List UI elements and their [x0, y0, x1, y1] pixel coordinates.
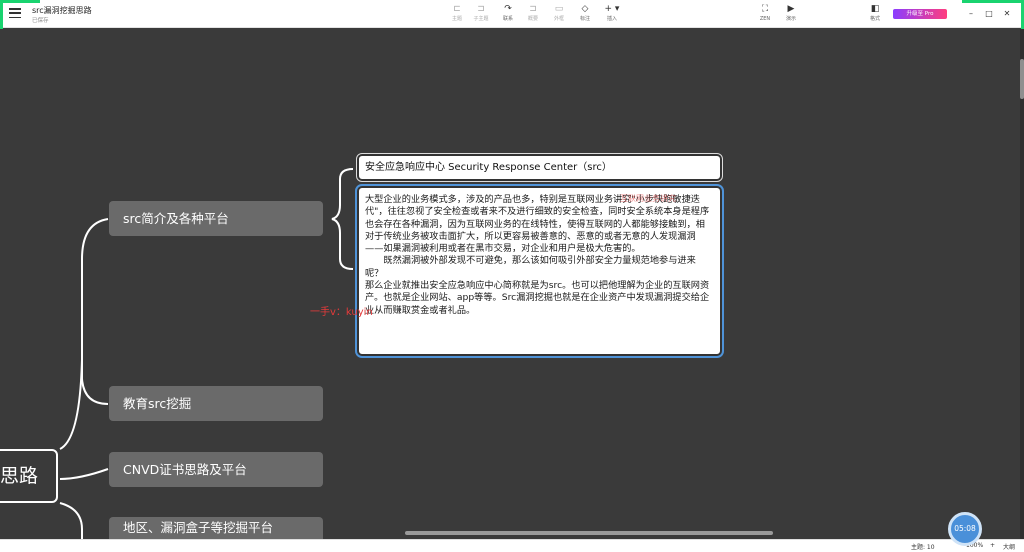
branch-src-intro[interactable]: src简介及各种平台: [109, 201, 323, 236]
format-panel-button[interactable]: ◧ 格式: [864, 4, 886, 26]
zen-button[interactable]: ⛶ ZEN: [754, 4, 776, 26]
topic-count: 主题: 10: [911, 544, 935, 551]
vertical-scroll-thumb[interactable]: [1020, 59, 1024, 99]
subtopic-icon: ⊐: [477, 4, 485, 14]
callout-icon: ◇: [581, 4, 589, 14]
callout-button[interactable]: ◇ 标注: [574, 4, 596, 26]
maximize-icon[interactable]: □: [982, 7, 996, 21]
close-icon[interactable]: ✕: [1000, 7, 1014, 21]
boundary-icon: ▭: [554, 4, 564, 14]
summary-button[interactable]: ⊐ 概要: [522, 4, 544, 26]
vertical-scrollbar[interactable]: [1020, 29, 1024, 539]
top-toolbar: src漏洞挖掘思路 已保存 ⊏ 主题 ⊐ 子主题 ↷ 联系 ⊐ 概要 ▭ 外框 …: [0, 0, 1024, 28]
src-description-topic[interactable]: 大型企业的业务模式多，涉及的产品也多，特别是互联网业务讲究"小步快跑敏捷迭代"，…: [355, 184, 724, 358]
watermark-text: 一手v：kuyin: [310, 307, 373, 318]
topic-icon: ⊏: [453, 4, 461, 14]
description-paragraph: 既然漏洞被外部发现不可避免，那么该如何吸引外部安全力量规范地参与进来呢？: [365, 255, 696, 279]
horizontal-scroll-thumb[interactable]: [405, 531, 773, 535]
pitch-button[interactable]: ▶ 演示: [780, 4, 802, 26]
insert-icon: + ▾: [604, 4, 620, 14]
description-paragraph: 那么企业就推出安全应急响应中心简称就是为src。也可以把他理解为企业的互联网资产…: [365, 280, 710, 316]
menu-icon[interactable]: [9, 8, 21, 19]
src-definition-topic[interactable]: 安全应急响应中心 Security Response Center（src）: [356, 153, 723, 182]
relation-icon: ↷: [504, 4, 512, 14]
summary-icon: ⊐: [529, 4, 537, 14]
relation-button[interactable]: ↷ 联系: [497, 4, 519, 26]
topic-button[interactable]: ⊏ 主题: [446, 4, 468, 26]
branch-edu-src[interactable]: 教育src挖掘: [109, 386, 323, 421]
format-panel-icon: ◧: [870, 4, 880, 14]
recording-frame-top-right: [962, 0, 1024, 3]
status-bar: 主题: 10 100% + 大纲: [0, 539, 1024, 552]
fullscreen-icon: ⛶: [761, 4, 769, 14]
boundary-button[interactable]: ▭ 外框: [548, 4, 570, 26]
branch-cnvd[interactable]: CNVD证书思路及平台: [109, 452, 323, 487]
upgrade-pro-button[interactable]: 升级至 Pro: [893, 9, 947, 19]
zoom-in-icon[interactable]: +: [990, 542, 995, 549]
document-title[interactable]: src漏洞挖掘思路: [32, 5, 92, 16]
subtopic-button[interactable]: ⊐ 子主题: [470, 4, 492, 26]
recording-frame-top-left: [0, 0, 40, 3]
outline-toggle[interactable]: 大纲: [1003, 542, 1015, 551]
save-status: 已保存: [32, 18, 49, 24]
watermark-overlay: 互联网业务讲究: [620, 194, 676, 203]
mindmap-canvas[interactable]: 思路 src简介及各种平台 教育src挖掘 CNVD证书思路及平台 地区、漏洞盒…: [0, 29, 1020, 552]
root-topic[interactable]: 思路: [0, 449, 58, 503]
insert-button[interactable]: + ▾ 插入: [601, 4, 623, 26]
play-icon: ▶: [787, 4, 795, 14]
recording-timer: 05:08: [948, 512, 982, 546]
minimize-icon[interactable]: –: [964, 7, 978, 21]
